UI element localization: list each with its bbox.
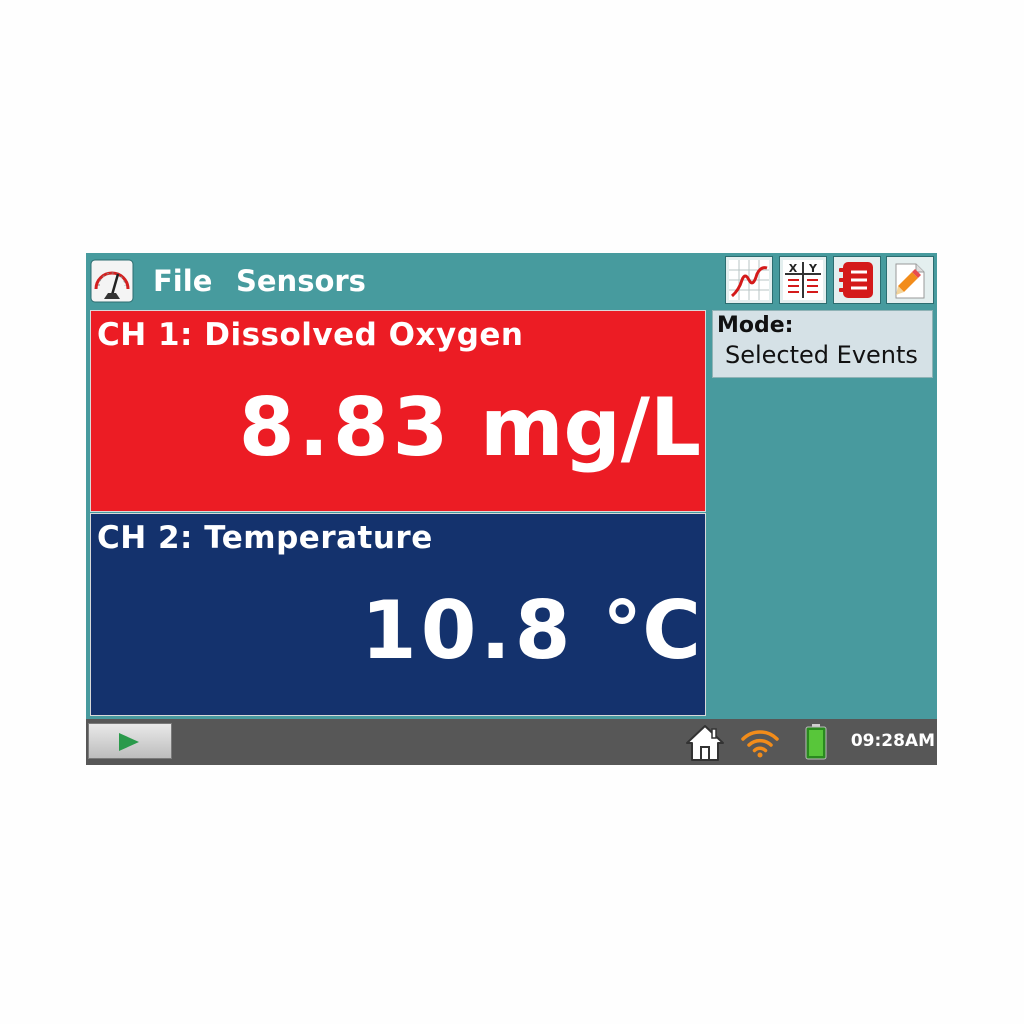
event-list-icon bbox=[839, 262, 873, 298]
meter-gauge-icon[interactable] bbox=[90, 259, 134, 303]
table-icon: X Y bbox=[783, 260, 823, 300]
graph-view-button[interactable] bbox=[725, 256, 773, 304]
channel-2-unit: °C bbox=[602, 584, 701, 677]
table-view-button[interactable]: X Y bbox=[779, 256, 827, 304]
mode-title: Mode: bbox=[717, 313, 794, 338]
channel-1-reading: 8.83 mg/L bbox=[239, 383, 701, 473]
menu-file[interactable]: File bbox=[153, 264, 212, 298]
menu-sensors[interactable]: Sensors bbox=[236, 264, 366, 298]
channel-1-label: CH 1: Dissolved Oxygen bbox=[97, 317, 524, 353]
graph-icon bbox=[729, 260, 769, 300]
svg-text:X: X bbox=[789, 262, 798, 275]
status-bar: 09:28AM bbox=[86, 719, 937, 765]
channel-2-reading: 10.8 °C bbox=[361, 586, 701, 676]
notes-button[interactable] bbox=[886, 256, 934, 304]
channel-1-unit: mg/L bbox=[480, 381, 701, 474]
mode-selector[interactable]: Mode: Selected Events bbox=[712, 310, 933, 378]
top-bar: File Sensors X Y bbox=[86, 253, 937, 309]
channel-2-panel[interactable]: CH 2: Temperature 10.8 °C bbox=[90, 513, 706, 716]
mode-value: Selected Events bbox=[725, 341, 918, 369]
battery-icon bbox=[805, 724, 827, 760]
app-screen: File Sensors X Y CH 1: Dissolved Oxygen … bbox=[86, 253, 937, 765]
start-collection-button[interactable] bbox=[88, 723, 172, 759]
channel-1-panel[interactable]: CH 1: Dissolved Oxygen 8.83 mg/L bbox=[90, 310, 706, 512]
svg-text:Y: Y bbox=[808, 262, 818, 275]
channel-2-label: CH 2: Temperature bbox=[97, 520, 433, 556]
events-list-button[interactable] bbox=[833, 256, 881, 304]
wifi-icon[interactable] bbox=[740, 725, 780, 759]
channel-2-value: 10.8 bbox=[361, 584, 575, 677]
notes-pencil-icon bbox=[895, 263, 925, 299]
clock: 09:28AM bbox=[850, 731, 935, 751]
home-icon[interactable] bbox=[684, 723, 726, 763]
play-icon bbox=[119, 733, 139, 751]
channel-1-value: 8.83 bbox=[238, 381, 453, 474]
